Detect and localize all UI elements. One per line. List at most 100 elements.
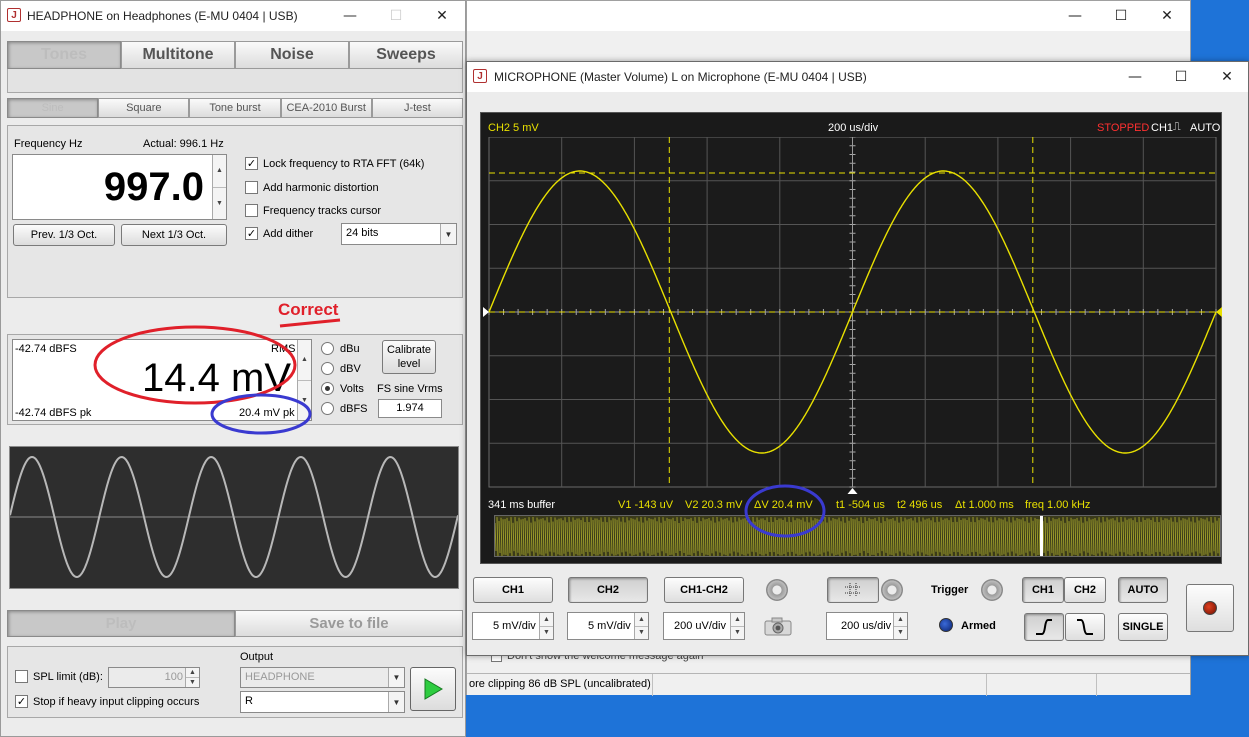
- oscilloscope-display[interactable]: CH2 5 mV 200 us/div STOPPED CH1 ⎍ AUTO 3…: [480, 112, 1222, 564]
- buffer-bar: [698, 517, 701, 556]
- dither-checkbox[interactable]: ✓: [245, 227, 258, 240]
- close-icon[interactable]: ✕: [1144, 1, 1190, 31]
- minimize-icon[interactable]: —: [327, 1, 373, 31]
- gear-icon[interactable]: [981, 579, 1003, 601]
- buffer-bar: [934, 522, 937, 552]
- diff-volts-div[interactable]: 200 uV/div ▲ ▼: [663, 612, 745, 640]
- buffer-bar: [860, 517, 863, 556]
- buffer-bar: [806, 516, 809, 556]
- camera-icon[interactable]: [763, 615, 793, 637]
- output-channel-select[interactable]: R ▼: [240, 691, 405, 713]
- tab-cea-burst[interactable]: CEA-2010 Burst: [280, 98, 372, 118]
- tab-square[interactable]: Square: [98, 98, 190, 118]
- buffer-bar: [1132, 520, 1135, 554]
- gear-icon[interactable]: [766, 579, 788, 601]
- unit-dbfs-radio[interactable]: [321, 402, 334, 415]
- trigger-ch2-button[interactable]: CH2: [1064, 577, 1106, 603]
- tab-multitone[interactable]: Multitone: [121, 41, 235, 69]
- buffer-bar: [810, 517, 813, 556]
- record-button[interactable]: [1186, 584, 1234, 632]
- buffer-bar: [660, 522, 663, 552]
- play-button[interactable]: Play: [7, 610, 235, 637]
- buffer-bar: [614, 518, 617, 556]
- start-play-button[interactable]: [410, 667, 456, 711]
- unit-dbv-radio[interactable]: [321, 362, 334, 375]
- fs-sine-field[interactable]: 1.974: [378, 399, 442, 418]
- trigger-ch1-button[interactable]: CH1: [1022, 577, 1064, 603]
- buffer-bar: [648, 517, 651, 556]
- background-titlebar: — ☐ ✕: [467, 1, 1190, 31]
- buffer-bar: [1024, 521, 1027, 553]
- buffer-bar: [828, 517, 831, 556]
- frequency-field[interactable]: 997.0 ▲ ▼: [12, 154, 227, 220]
- minimize-icon[interactable]: —: [1112, 62, 1158, 92]
- diff-spinner[interactable]: ▲ ▼: [730, 613, 744, 639]
- time-spinner[interactable]: ▲ ▼: [893, 613, 907, 639]
- buffer-bar: [688, 519, 691, 555]
- auto-button[interactable]: AUTO: [1118, 577, 1168, 603]
- ch2-volts-div[interactable]: 5 mV/div ▲ ▼: [567, 612, 649, 640]
- lock-rta-checkbox[interactable]: ✓: [245, 157, 258, 170]
- gear-icon[interactable]: [881, 579, 903, 601]
- buffer-bar: [1218, 517, 1220, 556]
- buffer-bar: [526, 520, 529, 554]
- buffer-bar: [940, 517, 943, 556]
- spl-limit-field[interactable]: 100 ▲ ▼: [108, 667, 200, 688]
- tab-sweeps[interactable]: Sweeps: [349, 41, 463, 69]
- ch1-volts-div[interactable]: 5 mV/div ▲ ▼: [472, 612, 554, 640]
- minimize-icon[interactable]: —: [1052, 1, 1098, 31]
- grid-button[interactable]: [827, 577, 879, 603]
- stop-clipping-checkbox[interactable]: ✓: [15, 695, 28, 708]
- buffer-bar: [834, 518, 837, 556]
- close-icon[interactable]: ✕: [419, 1, 465, 31]
- maximize-icon[interactable]: ☐: [1098, 1, 1144, 31]
- buffer-bar: [818, 519, 821, 555]
- level-field[interactable]: -42.74 dBFS RMS 14.4 mV -42.74 dBFS pk 2…: [12, 339, 312, 421]
- ch2-spinner[interactable]: ▲ ▼: [634, 613, 648, 639]
- tab-tone-burst[interactable]: Tone burst: [189, 98, 281, 118]
- prev-octave-button[interactable]: Prev. 1/3 Oct.: [13, 224, 115, 246]
- unit-volts-radio[interactable]: [321, 382, 334, 395]
- ch2-button[interactable]: CH2: [568, 577, 648, 603]
- tab-tones[interactable]: Tones: [7, 41, 121, 69]
- buffer-bar: [1172, 521, 1175, 553]
- dither-bits-select[interactable]: 24 bits ▼: [341, 223, 457, 245]
- rising-edge-icon: [1036, 619, 1052, 635]
- scope-window: J MICROPHONE (Master Volume) L on Microp…: [466, 61, 1249, 656]
- buffer-bar: [710, 520, 713, 554]
- time-div[interactable]: 200 us/div ▲ ▼: [826, 612, 908, 640]
- buffer-bar: [892, 517, 895, 556]
- buffer-overview[interactable]: [494, 515, 1221, 557]
- spl-spinner[interactable]: ▲ ▼: [185, 668, 199, 687]
- ch1-ch2-button[interactable]: CH1-CH2: [664, 577, 744, 603]
- tab-sine[interactable]: Sine: [7, 98, 99, 118]
- buffer-bar: [668, 519, 671, 555]
- spl-limit-checkbox[interactable]: [15, 670, 28, 683]
- level-spinner[interactable]: ▲ ▼: [297, 340, 311, 420]
- harmonic-checkbox[interactable]: [245, 181, 258, 194]
- tracks-cursor-checkbox[interactable]: [245, 204, 258, 217]
- buffer-bar: [570, 521, 573, 553]
- falling-edge-button[interactable]: [1065, 613, 1105, 641]
- save-to-file-button[interactable]: Save to file: [235, 610, 463, 637]
- tab-j-test[interactable]: J-test: [371, 98, 464, 118]
- next-octave-button[interactable]: Next 1/3 Oct.: [121, 224, 227, 246]
- calibrate-level-button[interactable]: Calibrate level: [382, 340, 436, 374]
- buffer-bar: [1122, 521, 1125, 553]
- buffer-bar: [1020, 519, 1023, 555]
- rising-edge-button[interactable]: [1024, 613, 1064, 641]
- tab-noise[interactable]: Noise: [235, 41, 349, 69]
- buffer-position-marker[interactable]: [1040, 516, 1043, 557]
- ch1-button[interactable]: CH1: [473, 577, 553, 603]
- buffer-bar: [924, 519, 927, 555]
- single-button[interactable]: SINGLE: [1118, 613, 1168, 641]
- ch1-spinner[interactable]: ▲ ▼: [539, 613, 553, 639]
- unit-dbu-radio[interactable]: [321, 342, 334, 355]
- buffer-bar: [790, 522, 793, 552]
- v2-readout: V2 20.3 mV: [685, 499, 743, 511]
- output-device-select[interactable]: HEADPHONE ▼: [240, 667, 405, 688]
- close-icon[interactable]: ✕: [1204, 62, 1249, 92]
- buffer-bar: [994, 517, 997, 556]
- frequency-spinner[interactable]: ▲ ▼: [212, 155, 226, 219]
- maximize-icon[interactable]: ☐: [1158, 62, 1204, 92]
